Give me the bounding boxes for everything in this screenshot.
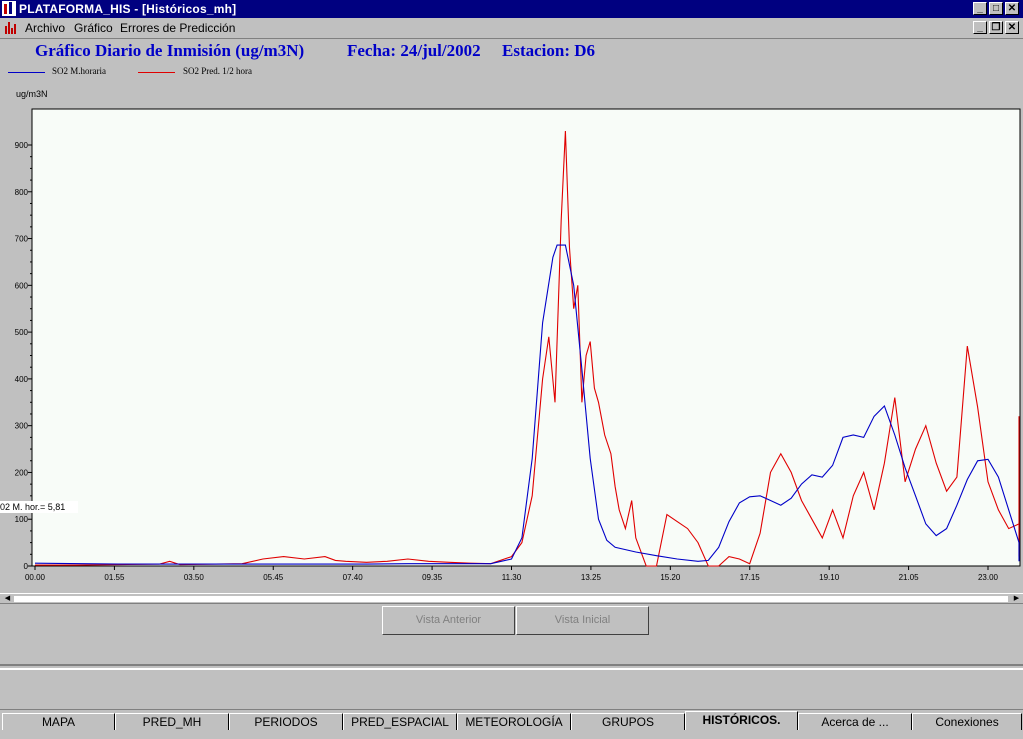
menu-errores-prediccion[interactable]: Errores de Predicción — [120, 21, 235, 35]
x-tick-label: 03.50 — [184, 573, 205, 582]
x-tick-label: 21.05 — [899, 573, 920, 582]
close-button[interactable]: ✕ — [1005, 2, 1019, 15]
chart-date: Fecha: 24/jul/2002 — [347, 41, 481, 60]
chart-station: Estacion: D6 — [502, 41, 596, 60]
x-tick-label: 11.30 — [502, 573, 522, 582]
line-chart[interactable]: 0 100 200 300 400 500 600 700 800 900 00.00 01.55 03… — [0, 100, 1023, 590]
x-tick-label: 13.25 — [581, 573, 602, 582]
y-tick-label: 800 — [15, 188, 29, 197]
status-panel — [0, 668, 1023, 710]
x-tick-label: 19.10 — [819, 573, 840, 582]
initial-view-button[interactable]: Vista Inicial — [516, 606, 649, 635]
x-tick-label: 09.35 — [422, 573, 443, 582]
tab-mapa[interactable]: MAPA — [2, 713, 115, 730]
x-tick-label: 15.20 — [660, 573, 681, 582]
scroll-left-icon[interactable]: ◀ — [2, 594, 13, 604]
y-tick-label: 400 — [15, 375, 29, 384]
scroll-right-icon[interactable]: ▶ — [1011, 594, 1022, 604]
plot-background — [31, 108, 1021, 567]
previous-view-button[interactable]: Vista Anterior — [382, 606, 515, 635]
menu-archivo[interactable]: Archivo — [25, 21, 65, 35]
tab-pred-mh[interactable]: PRED_MH — [115, 713, 229, 730]
menu-bar: Archivo Gráfico Errores de Predicción _ … — [0, 18, 1023, 39]
child-minimize-button[interactable]: _ — [973, 21, 987, 34]
legend-label-so2-pred: SO2 Pred. 1/2 hora — [183, 66, 252, 76]
tab-conexiones[interactable]: Conexiones — [912, 713, 1022, 730]
cursor-readout: 02 M. hor.= 5,81 — [0, 501, 78, 513]
menu-grafico[interactable]: Gráfico — [74, 21, 113, 35]
y-tick-label: 100 — [15, 515, 29, 524]
title-bar: PLATAFORMA_HIS - [Históricos_mh] _ □ ✕ — [0, 0, 1023, 18]
tab-acerca-de[interactable]: Acerca de ... — [798, 713, 912, 730]
y-tick-label: 500 — [15, 328, 29, 337]
child-restore-button[interactable]: ❐ — [989, 21, 1003, 34]
y-tick-label: 0 — [24, 562, 29, 571]
legend-label-so2-horaria: SO2 M.horaria — [52, 66, 106, 76]
tab-periodos[interactable]: PERIODOS — [229, 713, 343, 730]
maximize-button[interactable]: □ — [989, 2, 1003, 15]
minimize-button[interactable]: _ — [973, 2, 987, 15]
x-tick-label: 17.15 — [740, 573, 761, 582]
child-close-button[interactable]: ✕ — [1005, 21, 1019, 34]
scroll-track[interactable] — [14, 596, 1008, 602]
chart-title: Gráfico Diario de Inmisión (ug/m3N) — [35, 41, 305, 60]
y-tick-label: 200 — [15, 468, 29, 477]
tab-historicos[interactable]: HISTÓRICOS. — [685, 711, 798, 730]
chart-app-icon[interactable] — [4, 21, 18, 34]
app-icon[interactable] — [2, 1, 16, 16]
legend-swatch-so2-horaria — [8, 72, 45, 73]
x-tick-label: 23.00 — [978, 573, 999, 582]
tab-meteorologia[interactable]: METEOROLOGÍA — [457, 713, 571, 730]
tab-grupos[interactable]: GRUPOS — [571, 713, 685, 730]
module-tabs: MAPA PRED_MH PERIODOS PRED_ESPACIAL METE… — [0, 711, 1023, 739]
y-tick-label: 300 — [15, 422, 29, 431]
view-buttons-panel: Vista Anterior Vista Inicial — [0, 604, 1023, 666]
y-tick-label: 700 — [15, 235, 29, 244]
x-tick-label: 01.55 — [104, 573, 125, 582]
horizontal-scrollbar[interactable]: ◀ ▶ — [0, 593, 1023, 604]
legend-swatch-so2-pred — [138, 72, 175, 73]
y-tick-label: 900 — [15, 141, 29, 150]
y-axis-label: ug/m3N — [16, 89, 48, 99]
y-tick-label: 600 — [15, 281, 29, 290]
tab-pred-espacial[interactable]: PRED_ESPACIAL — [343, 713, 457, 730]
window-title: PLATAFORMA_HIS - [Históricos_mh] — [19, 2, 237, 16]
x-tick-label: 05.45 — [263, 573, 284, 582]
x-tick-label: 00.00 — [25, 573, 46, 582]
x-tick-label: 07.40 — [343, 573, 364, 582]
